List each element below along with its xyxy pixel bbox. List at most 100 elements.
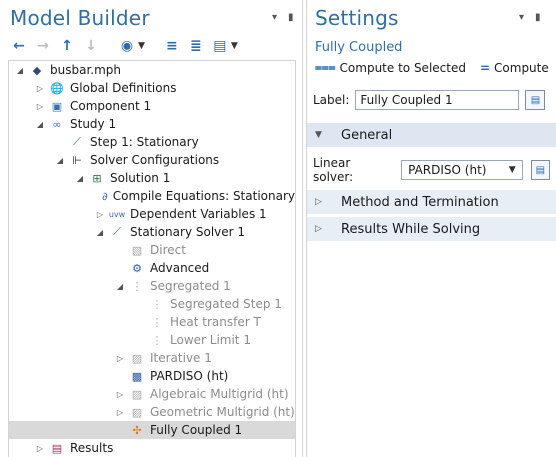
expand-all-icon[interactable]: ≣ xyxy=(187,37,205,55)
tree-node-label: Solution 1 xyxy=(110,171,171,185)
multigrid-icon: ▨ xyxy=(131,387,143,401)
move-up-icon[interactable]: ↑ xyxy=(58,37,76,55)
tree-node[interactable]: ⋮ Heat transfer T xyxy=(9,313,295,331)
compute-to-selected-icon: ⩶ xyxy=(315,60,336,74)
tree-node[interactable]: ◢ ◆ busbar.mph xyxy=(9,61,295,79)
tree-node-label: Solver Configurations xyxy=(90,153,220,167)
tree-node[interactable]: ▷ uvw Dependent Variables 1 xyxy=(9,205,295,223)
tree-node[interactable]: ⋮ Segregated Step 1 xyxy=(9,295,295,313)
go-to-source-icon[interactable]: ▤ xyxy=(530,160,551,180)
tree-node-label: Direct xyxy=(150,243,186,257)
lower-limit-icon: ⋮ xyxy=(151,333,163,347)
section-method-termination[interactable]: ▷ Method and Termination xyxy=(307,190,556,214)
tree-node[interactable]: ⟋ Step 1: Stationary xyxy=(9,133,295,151)
tree-node-label: busbar.mph xyxy=(50,63,122,77)
tree-node[interactable]: ✣ Fully Coupled 1 xyxy=(9,421,295,439)
tree-node[interactable]: ▷ 🌐 Global Definitions xyxy=(9,79,295,97)
section-results-while-solving[interactable]: ▷ Results While Solving xyxy=(307,217,556,241)
collapsed-arrow-icon[interactable]: ▷ xyxy=(115,353,125,363)
model-file-icon: ◆ xyxy=(32,63,42,77)
dropdown-arrow-icon[interactable]: ▼ xyxy=(138,41,145,51)
tree-node-label: Dependent Variables 1 xyxy=(130,207,267,221)
compute-to-selected-label: Compute to Selected xyxy=(339,60,466,75)
tree-node-label: Segregated Step 1 xyxy=(170,297,282,311)
settings-panel: Settings ▾ ▮ Fully Coupled ⩶ Compute to … xyxy=(306,0,556,457)
compute-button[interactable]: = Compute xyxy=(480,61,549,75)
tree-node[interactable]: ⚙ Advanced xyxy=(9,259,295,277)
panel-menu-icon[interactable]: ▾ xyxy=(519,12,524,23)
collapsed-arrow-icon[interactable]: ▷ xyxy=(115,407,125,417)
tree-node[interactable]: ▷ ▨ Iterative 1 xyxy=(9,349,295,367)
tree-node-label: Segregated 1 xyxy=(150,279,231,293)
tree-node-label: Iterative 1 xyxy=(150,351,212,365)
dropdown-arrow-icon[interactable]: ▼ xyxy=(231,41,238,51)
collapsed-arrow-icon[interactable]: ▷ xyxy=(115,389,125,399)
tree-node-label: Geometric Multigrid (ht) xyxy=(150,405,295,419)
view-options-icon[interactable]: ▤ xyxy=(211,37,229,55)
tree-node[interactable]: ▷ ▣ Component 1 xyxy=(9,97,295,115)
linear-solver-row: Linear solver: PARDISO (ht) ▼ ▤ xyxy=(313,156,551,184)
expanded-arrow-icon[interactable]: ◢ xyxy=(115,281,125,291)
back-arrow-icon[interactable]: ← xyxy=(10,37,28,55)
compute-to-selected-button[interactable]: ⩶ Compute to Selected xyxy=(315,60,466,75)
linear-solver-caption: Linear solver: xyxy=(313,156,354,184)
edit-node-label-icon[interactable]: ▤ xyxy=(525,90,546,110)
multigrid-icon: ▨ xyxy=(131,405,143,419)
tree-node[interactable]: ∂ Compile Equations: Stationary xyxy=(9,187,295,205)
expanded-arrow-icon[interactable]: ◢ xyxy=(95,227,105,237)
tree-node[interactable]: ▩ PARDISO (ht) xyxy=(9,367,295,385)
pin-icon[interactable]: ▮ xyxy=(288,12,294,23)
tree-node[interactable]: ◢ ⊩ Solver Configurations xyxy=(9,151,295,169)
expanded-arrow-icon[interactable]: ◢ xyxy=(35,119,45,129)
direct-solver-icon: ▩ xyxy=(131,369,143,383)
tree-node[interactable]: ◢ ⋮ Segregated 1 xyxy=(9,277,295,295)
linear-solver-select[interactable]: PARDISO (ht) ▼ xyxy=(401,160,523,180)
stationary-solver-icon: ⟋ xyxy=(113,225,121,238)
label-field[interactable] xyxy=(355,90,520,110)
collapsed-arrow-icon[interactable]: ▷ xyxy=(95,209,105,219)
model-tree[interactable]: ◢ ◆ busbar.mph ▷ 🌐 Global Definitions ▷ ▣ Compon… xyxy=(8,60,296,457)
collapsed-arrow-icon[interactable]: ▷ xyxy=(35,83,45,93)
tree-node-label: Heat transfer T xyxy=(170,315,261,329)
expanded-arrow-icon[interactable]: ◢ xyxy=(55,155,65,165)
section-general-label: General xyxy=(341,127,393,143)
collapsed-arrow-icon[interactable]: ▷ xyxy=(35,101,45,111)
tree-node-label: Lower Limit 1 xyxy=(170,333,251,347)
globe-icon: 🌐 xyxy=(50,81,64,95)
expanded-arrow-icon[interactable]: ◢ xyxy=(15,65,25,75)
panel-menu-icon[interactable]: ▾ xyxy=(272,12,277,23)
tree-node[interactable]: ◢ ⊞ Solution 1 xyxy=(9,169,295,187)
tree-node[interactable]: ▷ ▨ Geometric Multigrid (ht) xyxy=(9,403,295,421)
compute-icon: = xyxy=(479,60,491,75)
component-icon: ▣ xyxy=(51,99,63,113)
node-type-subtitle: Fully Coupled xyxy=(315,40,403,55)
collapsed-arrow-icon[interactable]: ▷ xyxy=(35,443,45,453)
tree-node[interactable]: ◢ ∞ Study 1 xyxy=(9,115,295,133)
tree-node-label: PARDISO (ht) xyxy=(150,369,229,383)
tree-node[interactable]: ◢ ⟋ Stationary Solver 1 xyxy=(9,223,295,241)
move-down-icon[interactable]: ↓ xyxy=(82,37,100,55)
tree-node-label: Stationary Solver 1 xyxy=(130,225,246,239)
tree-node[interactable]: ▧ Direct xyxy=(9,241,295,259)
segregated-step-icon: ⋮ xyxy=(151,315,163,329)
tree-node[interactable]: ⋮ Lower Limit 1 xyxy=(9,331,295,349)
section-general[interactable]: ▼ General xyxy=(307,123,556,147)
section-results-label: Results While Solving xyxy=(341,221,481,237)
solver-configurations-icon: ⊩ xyxy=(72,153,82,167)
label-row: Label: ▤ xyxy=(313,90,550,110)
collapse-all-icon[interactable]: ≡ xyxy=(163,37,181,55)
tree-node-label: Fully Coupled 1 xyxy=(150,423,243,437)
expanded-arrow-icon[interactable]: ◢ xyxy=(75,173,85,183)
model-builder-toolbar: ← → ↑ ↓ ◉ ▼ ≡ ≣ ▤ ▼ xyxy=(10,36,238,56)
tree-node[interactable]: ▷ ▨ Algebraic Multigrid (ht) xyxy=(9,385,295,403)
forward-arrow-icon[interactable]: → xyxy=(34,37,52,55)
pin-icon[interactable]: ▮ xyxy=(535,12,541,23)
show-options-icon[interactable]: ◉ xyxy=(118,37,136,55)
advanced-icon: ⚙ xyxy=(132,261,142,275)
tree-node[interactable]: ▷ ▤ Results xyxy=(9,439,295,457)
